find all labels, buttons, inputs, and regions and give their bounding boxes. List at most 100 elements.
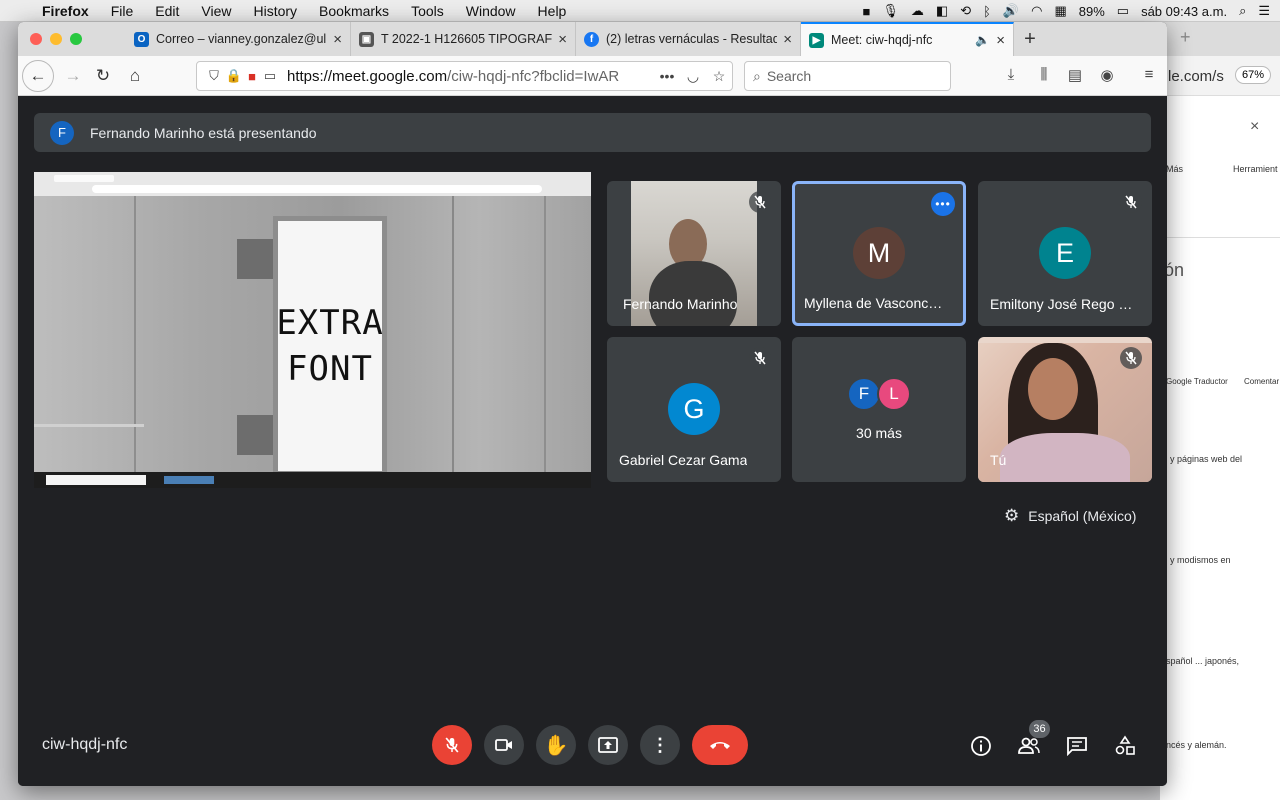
forward-button[interactable]: → [58,61,88,91]
background-text-comentar[interactable]: Comentar [1244,377,1279,386]
library-icon[interactable]: ⫼ [1033,66,1055,86]
participant-name: Tú [990,452,1007,468]
hang-up-icon [710,742,730,749]
reload-button[interactable]: ↻ [88,61,118,91]
menu-edit[interactable]: Edit [144,3,190,19]
leave-call-button[interactable] [692,725,748,765]
participant-tile-others[interactable]: F L 30 más [792,337,966,482]
menu-bookmarks[interactable]: Bookmarks [308,3,400,19]
close-window-button[interactable] [30,33,42,45]
account-icon[interactable]: ◉ [1096,66,1118,86]
participant-tile-self[interactable]: Tú [978,337,1152,482]
keyboard-layout-icon[interactable]: ▦ [1054,3,1066,19]
control-center-icon[interactable]: ☰ [1258,3,1270,19]
participant-tile-emiltony[interactable]: E Emiltony José Rego … [978,181,1152,326]
url-text[interactable]: https://meet.google.com/ciw-hqdj-nfc?fbc… [287,68,654,85]
status-area: ■ 🎙 ☁ ◧ ⟲ ᛒ 🔊 ◠ ▦ 89% ▭ sáb 09:43 a.m. ⌕… [863,0,1280,22]
more-options-button[interactable]: ⋮ [640,725,680,765]
clock[interactable]: sáb 09:43 a.m. [1141,4,1227,19]
chat-button[interactable] [1064,733,1090,759]
participant-avatar: G [668,383,720,435]
sidebar-icon[interactable]: ▤ [1064,66,1086,86]
more-options-icon[interactable]: ••• [931,192,955,216]
menu-tools[interactable]: Tools [400,3,455,19]
background-close-icon[interactable]: × [1250,118,1259,136]
tab-classroom[interactable]: ▣ T 2022-1 H126605 TIPOGRAFÍ × [351,22,576,56]
meet-content: F Fernando Marinho está presentando EXTR… [18,96,1167,786]
captions-language-button[interactable]: ⚙ Español (México) [1004,506,1136,526]
shared-screen[interactable]: EXTRA FONT [34,172,591,488]
camera-toggle-button[interactable] [484,725,524,765]
microphone-toggle-button[interactable] [432,725,472,765]
menu-window[interactable]: Window [455,3,527,19]
people-icon [1018,737,1040,754]
close-tab-icon[interactable]: × [783,31,792,48]
pocket-icon[interactable]: ◡ [680,68,706,85]
minimize-window-button[interactable] [50,33,62,45]
battery-icon[interactable]: ▭ [1117,3,1129,19]
background-text-herramientas[interactable]: Herramient [1233,164,1278,174]
background-zoom-badge[interactable]: 67% [1235,66,1272,84]
page-actions-icon[interactable]: ••• [654,68,680,84]
facebook-icon: f [584,31,599,47]
muted-mic-icon [445,737,459,753]
tracking-protection-icon[interactable]: ⛉ [205,68,223,84]
time-machine-icon[interactable]: ⟲ [960,3,971,19]
spotlight-icon[interactable]: ⌕ [1239,3,1246,19]
tab-audio-icon[interactable]: 🔈 [975,33,990,47]
background-text-2: y modismos en [1170,555,1231,565]
raise-hand-button[interactable]: ✋ [536,725,576,765]
new-tab-button[interactable]: + [1014,22,1046,56]
background-new-tab-icon[interactable]: + [1180,27,1191,48]
bluetooth-icon[interactable]: ᛒ [983,4,991,19]
menu-help[interactable]: Help [527,3,578,19]
menu-icon[interactable]: ≡ [1138,66,1160,86]
menu-view[interactable]: View [190,3,242,19]
participant-tile-gabriel[interactable]: G Gabriel Cezar Gama [607,337,781,482]
participant-tile-myllena[interactable]: ••• M Myllena de Vasconc… [792,181,966,326]
menu-app-firefox[interactable]: Firefox [38,3,100,19]
url-host: https://meet.google.com [287,67,448,85]
close-tab-icon[interactable]: × [333,31,342,48]
creative-cloud-icon[interactable]: ☁ [911,3,924,19]
app-status-icon[interactable]: ◧ [936,3,948,19]
camera-permission-icon[interactable]: ■ [243,69,261,84]
activities-button[interactable] [1112,733,1138,759]
close-tab-icon[interactable]: × [996,32,1005,49]
classroom-icon: ▣ [359,31,374,47]
tab-facebook[interactable]: f (2) letras vernáculas - Resultad × [576,22,801,56]
wifi-icon[interactable]: ◠ [1031,3,1042,19]
bookmark-star-icon[interactable]: ☆ [706,68,732,85]
tab-title: T 2022-1 H126605 TIPOGRAFÍ [381,32,553,46]
tab-outlook[interactable]: O Correo – vianney.gonzalez@ul × [126,22,351,56]
lock-icon[interactable]: 🔒 [225,68,243,84]
tab-strip: O Correo – vianney.gonzalez@ul × ▣ T 202… [18,22,1167,56]
battery-percent[interactable]: 89% [1079,4,1105,19]
muted-mic-icon [749,191,771,213]
meeting-code[interactable]: ciw-hqdj-nfc [42,736,127,754]
volume-icon[interactable]: 🔊 [1003,3,1019,19]
back-button[interactable]: ← [22,60,54,92]
search-input[interactable]: ⌕ Search [744,61,951,91]
background-text-1: y páginas web del [1170,454,1243,464]
downloads-icon[interactable]: ⤓ [1000,66,1022,86]
participant-tile-fernando[interactable]: Fernando Marinho [607,181,781,326]
window-controls [18,22,126,56]
background-text-traductor[interactable]: Google Traductor [1166,377,1228,386]
menu-history[interactable]: History [242,3,308,19]
tab-meet[interactable]: ▶ Meet: ciw-hqdj-nfc 🔈 × [801,22,1014,56]
close-tab-icon[interactable]: × [558,31,567,48]
menu-file[interactable]: File [100,3,145,19]
present-screen-button[interactable] [588,725,628,765]
background-url[interactable]: le.com/s [1168,68,1224,85]
url-bar[interactable]: ⛉ 🔒 ■ ▭ https://meet.google.com/ciw-hqdj… [196,61,733,91]
microphone-status-icon[interactable]: 🎙 [882,3,899,19]
meeting-details-button[interactable] [968,733,994,759]
mac-menubar: Firefox File Edit View History Bookmarks… [0,0,1280,22]
people-button[interactable] [1016,733,1042,759]
zoom-window-button[interactable] [70,33,82,45]
microphone-permission-icon[interactable]: ▭ [261,68,279,84]
background-text-mas[interactable]: Más [1166,164,1183,174]
camera-status-icon[interactable]: ■ [863,4,871,19]
home-button[interactable]: ⌂ [120,61,150,91]
